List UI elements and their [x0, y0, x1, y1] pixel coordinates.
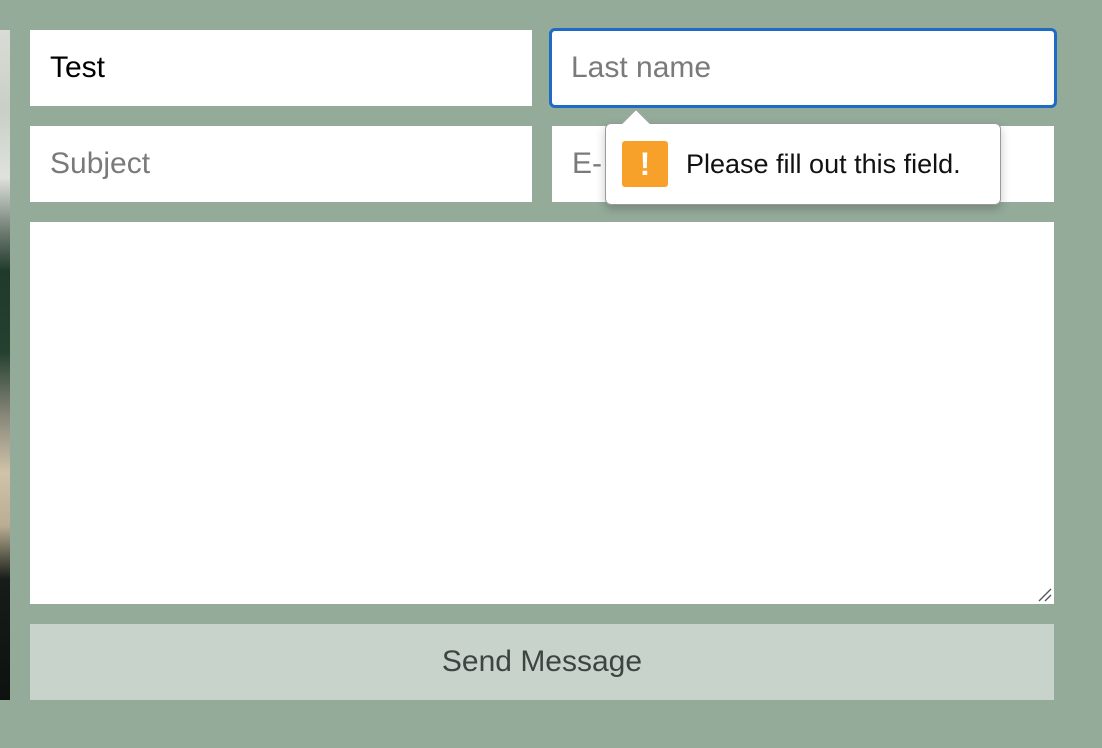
message-textarea[interactable] — [30, 222, 1054, 604]
first-name-field[interactable]: Test — [30, 30, 532, 106]
background-photo — [0, 30, 10, 700]
warning-icon: ! — [622, 141, 668, 187]
subject-field[interactable]: Subject — [30, 126, 532, 202]
first-name-value: Test — [50, 51, 106, 84]
last-name-placeholder: Last name — [571, 51, 712, 84]
validation-tooltip: ! Please fill out this field. — [605, 108, 1001, 205]
send-message-button[interactable]: Send Message — [30, 624, 1054, 700]
contact-form-page: Test Last name Subject E- Send Message !… — [0, 0, 1102, 748]
last-name-field[interactable]: Last name — [549, 28, 1057, 108]
subject-placeholder: Subject — [50, 147, 151, 180]
tooltip-arrow — [621, 108, 651, 138]
resize-grip-icon[interactable] — [1036, 586, 1052, 602]
email-placeholder: E- — [572, 147, 602, 180]
validation-message: Please fill out this field. — [686, 148, 961, 179]
